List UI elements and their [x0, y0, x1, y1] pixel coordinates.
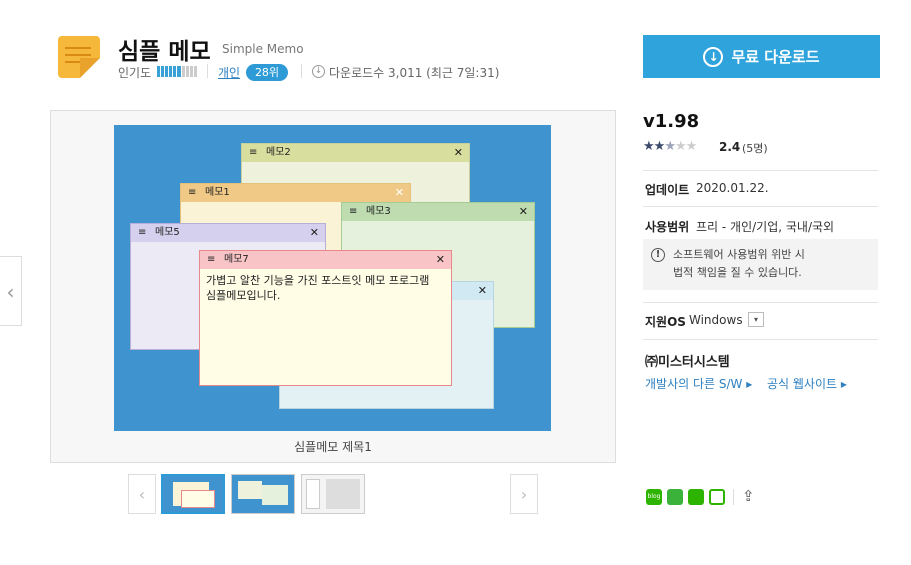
close-icon: ✕ — [518, 205, 528, 218]
memo-title: 메모2 — [266, 147, 291, 158]
developer-name: ㈜미스터시스템 — [645, 355, 730, 370]
thumbnail-3[interactable] — [301, 474, 365, 514]
memo-title: 메모5 — [155, 227, 180, 238]
os-value: Windows — [689, 313, 743, 327]
rating-value: 2.4 — [719, 140, 741, 154]
rating-count: (5명) — [742, 142, 768, 155]
update-value: 2020.01.22. — [696, 181, 769, 195]
close-icon: ✕ — [477, 284, 487, 297]
bookmark-share-icon[interactable] — [688, 489, 704, 505]
rating-stars: ★★★★★ — [643, 139, 697, 154]
close-icon: ✕ — [309, 226, 319, 239]
thumb-next-button[interactable]: › — [510, 474, 538, 514]
memo-share-icon[interactable] — [709, 489, 725, 505]
popularity-label: 인기도 — [118, 66, 152, 80]
memo-title: 메모3 — [366, 206, 391, 217]
memo-title: 메모1 — [205, 187, 230, 198]
warning-text: 법적 책임을 질 수 있습니다. — [673, 266, 802, 279]
official-site-link[interactable]: 공식 웹사이트 ▸ — [767, 375, 847, 392]
thumbnail-1[interactable] — [161, 474, 225, 514]
license-warning: ! 소프트웨어 사용범위 위반 시 법적 책임을 질 수 있습니다. — [643, 239, 878, 290]
blog-share-icon[interactable]: blog — [646, 489, 662, 505]
rank-badge: 28위 — [246, 64, 288, 81]
download-button[interactable]: ↓ 무료 다운로드 — [643, 35, 880, 78]
version: v1.98 — [643, 111, 700, 132]
band-share-icon[interactable] — [667, 489, 683, 505]
developer-other-sw-link[interactable]: 개발사의 다른 S/W ▸ — [645, 375, 752, 392]
warning-text: 소프트웨어 사용범위 위반 시 — [673, 248, 805, 261]
prev-arrow-side[interactable]: ‹ — [0, 256, 22, 326]
app-title: 심플 메모 — [118, 39, 211, 65]
memo-title: 메모7 — [224, 254, 249, 265]
memo-text: 심플메모입니다. — [206, 289, 281, 302]
close-icon: ✕ — [453, 146, 463, 159]
license-value: 프리 - 개인/기업, 국내/국외 — [696, 220, 835, 234]
thumbnail-2[interactable] — [231, 474, 295, 514]
share-icon[interactable]: ⇪ — [742, 487, 755, 505]
download-count-icon: ↓ — [312, 65, 325, 78]
os-dropdown[interactable]: ▾ — [748, 312, 764, 327]
thumb-prev-button[interactable]: ‹ — [128, 474, 156, 514]
license-label: 사용범위 — [645, 220, 690, 234]
download-icon: ↓ — [703, 46, 724, 67]
category-link[interactable]: 개인 — [218, 64, 240, 81]
memo-text: 가볍고 알찬 기능을 가진 포스트잇 메모 프로그램 — [206, 274, 430, 287]
app-subtitle: Simple Memo — [222, 42, 304, 56]
screenshot-caption: 심플메모 제목1 — [294, 440, 372, 454]
warning-icon: ! — [651, 248, 665, 262]
close-icon: ✕ — [435, 253, 445, 266]
popularity-bar — [157, 66, 197, 77]
close-icon: ✕ — [394, 186, 404, 199]
update-label: 업데이트 — [645, 183, 690, 197]
app-icon — [58, 36, 100, 78]
os-label: 지원OS — [645, 315, 686, 329]
screenshot-image[interactable]: ≡ 메모2 ✕ ≡ 메모1 ✕ ≡ 메모3 ✕ ≡ 메모5 ✕ ✕ ≡ 메모7 ✕ 가볍고 알찬 기… — [114, 125, 551, 431]
download-count: 다운로드수 3,011 (최근 7일:31) — [329, 66, 500, 80]
memo-window: ≡ 메모7 ✕ 가볍고 알찬 기능을 가진 포스트잇 메모 프로그램 심플메모입니다… — [199, 250, 452, 386]
download-button-label: 무료 다운로드 — [731, 48, 820, 66]
